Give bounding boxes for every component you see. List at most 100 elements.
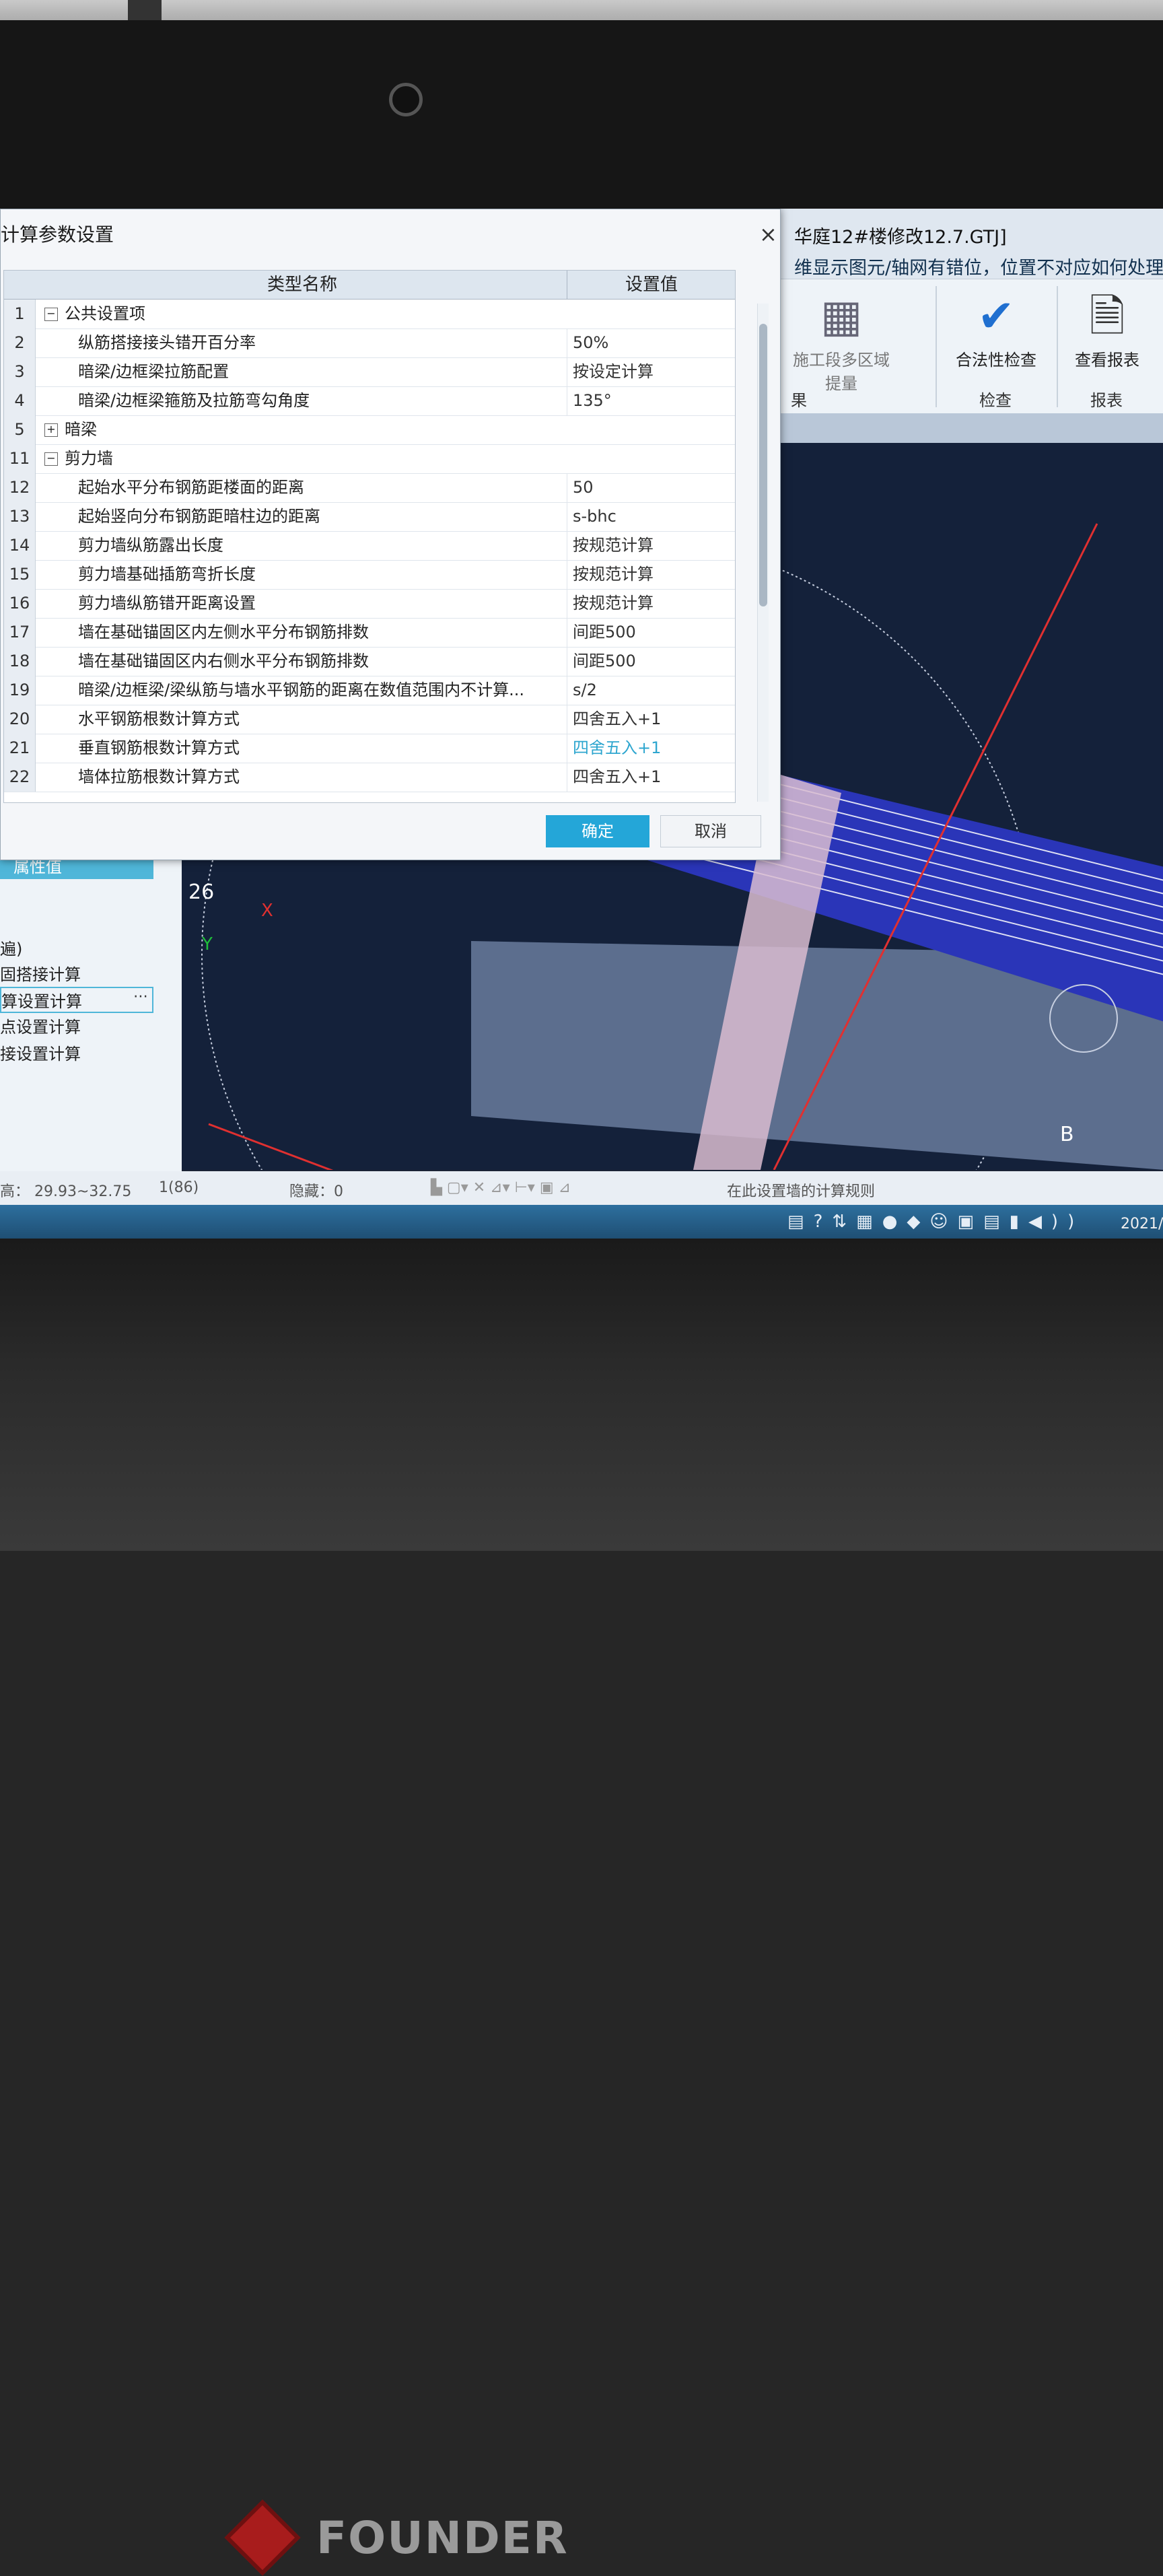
status-tool-icons[interactable]: ▙ ▢▾ ✕ ⊿▾ ⊢▾ ▣ ⊿ [431,1179,571,1196]
monitor-bottom-bezel: FOUNDER [0,1239,1163,2576]
table-row[interactable]: 15 剪力墙基础插筋弯折长度 按规范计算 [4,560,735,590]
more-options-icon[interactable]: ⋯ [133,988,148,1005]
row-value[interactable]: 按规范计算 [567,531,735,560]
cancel-button[interactable]: 取消 [660,815,761,847]
table-row[interactable]: 12 起始水平分布钢筋距楼面的距离 50 [4,473,735,503]
row-value[interactable]: s-bhc [567,502,735,531]
row-value[interactable]: 50% [567,328,735,357]
row-number: 16 [4,589,36,618]
row-value[interactable]: 按设定计算 [567,357,735,386]
property-item[interactable]: 点设置计算 [0,1014,81,1037]
row-name-label: 暗梁/边框梁箍筋及拉筋弯勾角度 [78,391,310,410]
row-name: 垂直钢筋根数计算方式 [38,734,607,763]
ok-button[interactable]: 确定 [546,815,649,847]
row-name: 起始竖向分布钢筋距暗柱边的距离 [38,502,607,531]
table-row[interactable]: 3 暗梁/边框梁拉筋配置 按设定计算 [4,357,735,387]
row-name: 暗梁/边框梁拉筋配置 [38,357,607,386]
taskbar-clock: 2021/ [1121,1216,1163,1232]
row-name: 墙体拉筋根数计算方式 [38,763,607,792]
view-report-label: 查看报表 [1075,351,1139,370]
validity-check-button[interactable]: ✔ 合法性检查 [942,286,1050,370]
axis-line-26 [208,1123,516,1239]
row-name-label: 剪力墙纵筋错开距离设置 [78,594,256,613]
system-tray-icons[interactable]: ▤?⇅▦●◆☺▣▤▮◀)) [787,1212,1084,1232]
table-row[interactable]: 19 暗梁/边框梁/梁纵筋与墙水平钢筋的距离在数值范围内不计算... s/2 [4,676,735,705]
table-row[interactable]: 20 水平钢筋根数计算方式 四舍五入+1 [4,705,735,734]
row-value[interactable]: 四舍五入+1 [567,734,735,763]
scrollbar-thumb[interactable] [759,324,767,606]
row-number: 12 [4,473,36,502]
monitor-top-bezel [0,20,1163,222]
report-icon: 🗎 [1089,290,1125,342]
row-name-label: 暗梁/边框梁拉筋配置 [78,362,230,381]
row-name-label: 暗梁 [65,420,97,439]
table-row[interactable]: 18 墙在基础锚固区内右侧水平分布钢筋排数 间距500 [4,647,735,676]
help-question-link[interactable]: 维显示图元/轴网有错位，位置不对应如何处理？ [794,253,1163,279]
table-row[interactable]: 22 墙体拉筋根数计算方式 四舍五入+1 [4,763,735,792]
row-name: 暗梁/边框梁/梁纵筋与墙水平钢筋的距离在数值范围内不计算... [38,676,607,705]
row-value[interactable]: 50 [567,473,735,502]
row-name-label: 剪力墙基础插筋弯折长度 [78,565,256,584]
table-row[interactable]: 14 剪力墙纵筋露出长度 按规范计算 [4,531,735,561]
row-name: 剪力墙基础插筋弯折长度 [38,560,607,589]
ribbon-group-check: 检查 [979,391,1012,410]
table-row[interactable]: 21 垂直钢筋根数计算方式 四舍五入+1 [4,734,735,763]
row-number: 18 [4,647,36,676]
axis-label-26: 26 [188,880,215,904]
row-name-label: 墙在基础锚固区内左侧水平分布钢筋排数 [78,623,369,641]
table-row[interactable]: 5 + 暗梁 [4,415,735,445]
property-item[interactable]: 接设置计算 [0,1041,81,1064]
row-name-label: 水平钢筋根数计算方式 [78,709,240,728]
row-name: 水平钢筋根数计算方式 [38,705,607,734]
table-row[interactable]: 17 墙在基础锚固区内左侧水平分布钢筋排数 间距500 [4,618,735,648]
table-row[interactable]: 1− 公共设置项 [4,300,735,329]
taskbar: ▤?⇅▦●◆☺▣▤▮◀)) 2021/ [0,1205,1163,1239]
area-quantity-label: 施工段多区域提量 [793,351,890,393]
collapse-icon[interactable]: − [44,452,58,466]
row-value[interactable]: 四舍五入+1 [567,763,735,792]
table-row[interactable]: 11− 剪力墙 [4,444,735,474]
row-value[interactable]: s/2 [567,676,735,705]
collapse-icon[interactable]: − [44,308,58,321]
row-name-label: 纵筋搭接接头错开百分率 [78,333,256,352]
row-name: 剪力墙纵筋露出长度 [38,531,607,560]
table-header: 类型名称 设置值 [4,271,735,300]
table-row[interactable]: 2 纵筋搭接接头错开百分率 50% [4,328,735,358]
row-number: 4 [4,386,36,415]
property-item-selected[interactable]: 算设置计算 ⋯ [0,987,153,1013]
row-name-label: 公共设置项 [65,304,145,323]
row-number: 17 [4,618,36,647]
row-name: 剪力墙纵筋错开距离设置 [38,589,607,618]
row-value[interactable]: 按规范计算 [567,589,735,618]
row-name: 纵筋搭接接头错开百分率 [38,328,607,357]
property-item[interactable]: 固搭接计算 [0,961,81,985]
table-row[interactable]: 13 起始竖向分布钢筋距暗柱边的距离 s-bhc [4,502,735,532]
brand-name: FOUNDER [316,2511,569,2564]
row-value[interactable]: 135° [567,386,735,415]
table-row[interactable]: 16 剪力墙纵筋错开距离设置 按规范计算 [4,589,735,619]
row-number: 15 [4,560,36,589]
params-table: 类型名称 设置值 1− 公共设置项 2 纵筋搭接接头错开百分率 50% 3 暗梁/边框梁拉筋… [3,270,736,803]
ribbon-group-label: 果 [791,391,807,410]
area-quantity-button[interactable]: ▦ 施工段多区域提量 [787,286,895,394]
row-name: 起始水平分布钢筋距楼面的距离 [38,473,607,502]
row-value[interactable]: 间距500 [567,647,735,676]
table-row[interactable]: 4 暗梁/边框梁箍筋及拉筋弯勾角度 135° [4,386,735,416]
row-value[interactable]: 四舍五入+1 [567,705,735,734]
expand-icon[interactable]: + [44,423,58,437]
row-number: 3 [4,357,36,386]
row-number: 1 [4,300,36,328]
view-report-button[interactable]: 🗎 查看报表 [1053,286,1161,370]
app-title: 华庭12#楼修改12.7.GTJ] [794,227,1007,248]
row-value[interactable]: 按规范计算 [567,560,735,589]
property-item-label: 算设置计算 [1,992,82,1011]
property-panel: 属性值 遍) 固搭接计算 算设置计算 ⋯ 点设置计算 接设置计算 [0,855,182,1171]
close-icon[interactable]: × [759,221,777,247]
row-number: 21 [4,734,36,763]
row-number: 19 [4,676,36,705]
table-scrollbar[interactable] [757,304,769,802]
row-number: 2 [4,328,36,357]
status-count: 1(86) [159,1179,199,1196]
ribbon-toolbar: ▦ 施工段多区域提量 ✔ 合法性检查 🗎 查看报表 果 检查 报表 [781,279,1163,414]
row-value[interactable]: 间距500 [567,618,735,647]
